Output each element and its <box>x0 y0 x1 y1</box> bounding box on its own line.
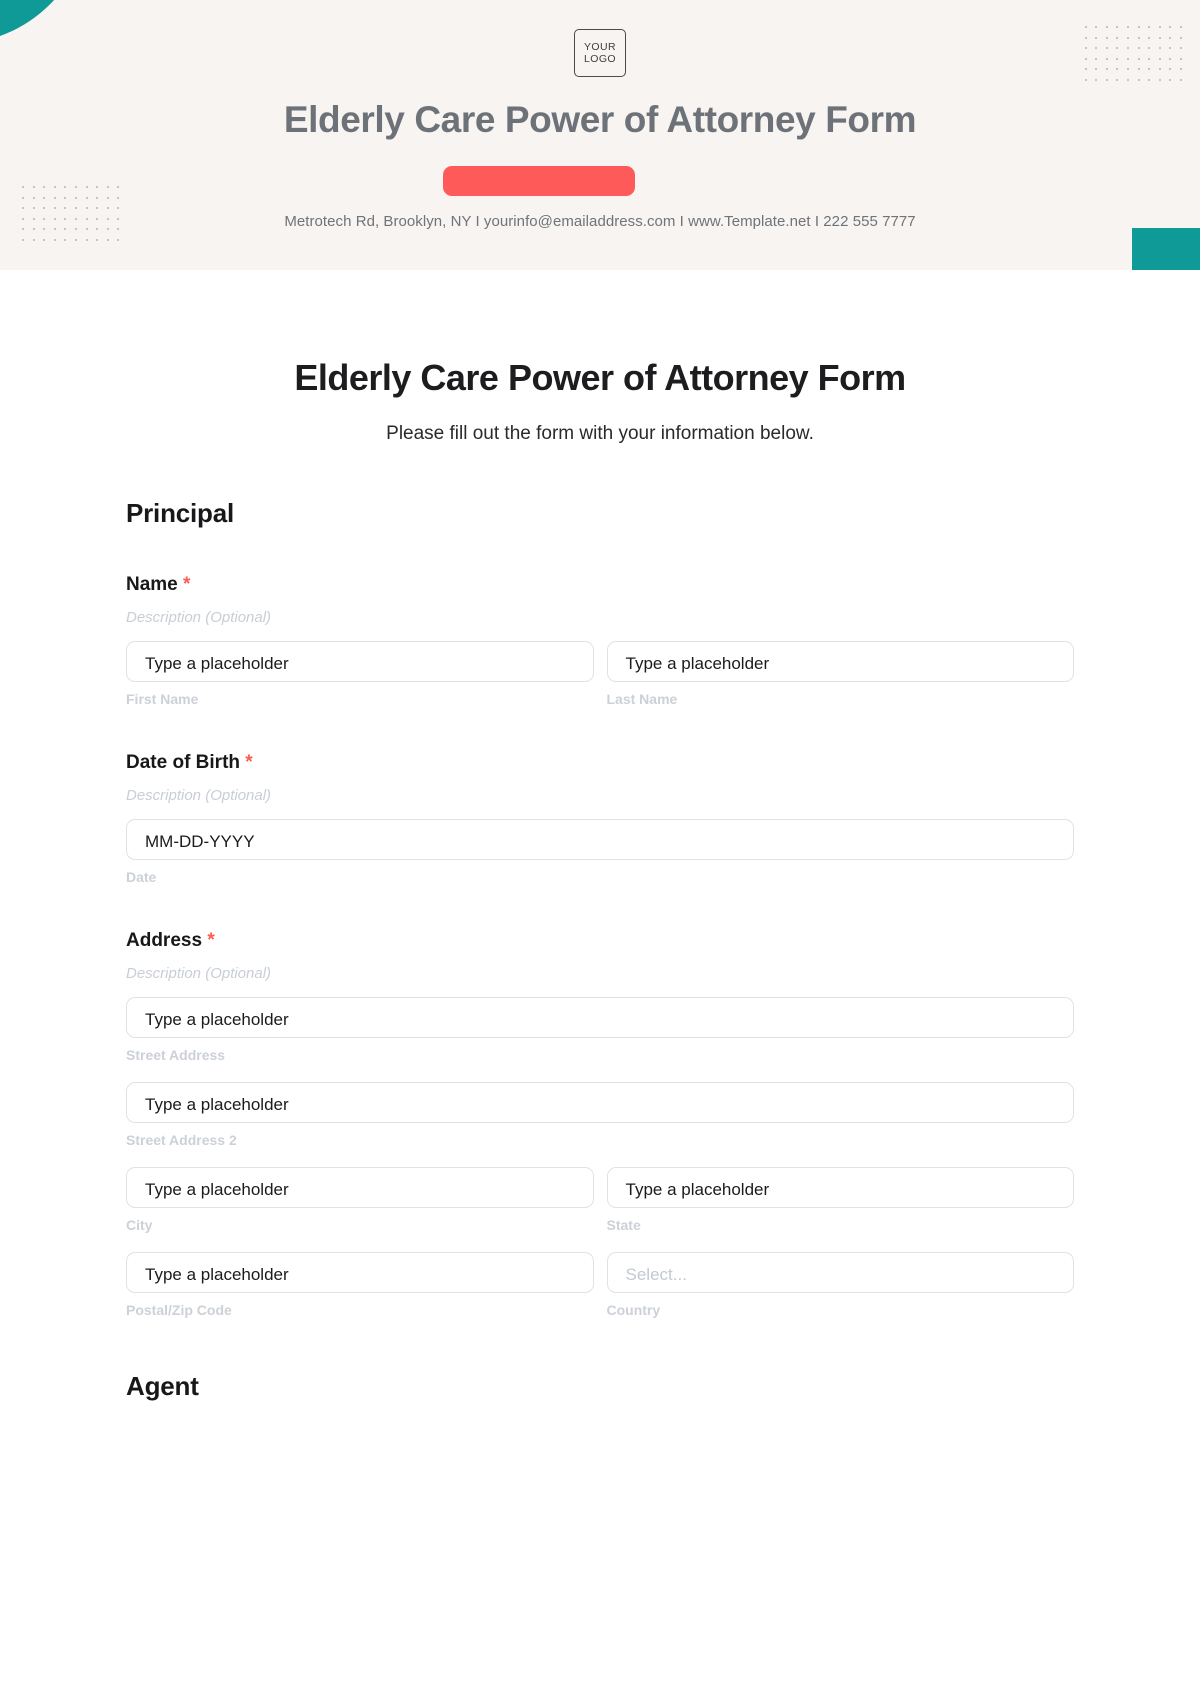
field-description-name: Description (Optional) <box>126 609 272 626</box>
field-label-name-text: Name <box>126 574 178 595</box>
postal-code-group: Type a placeholder Postal/Zip Code <box>126 1252 594 1318</box>
field-label-address-text: Address <box>126 930 203 951</box>
city-input[interactable]: Type a placeholder <box>126 1167 594 1208</box>
date-of-birth-sublabel: Date <box>126 869 157 885</box>
required-asterisk: * <box>207 930 215 951</box>
country-group: Select... Country <box>606 1252 1074 1318</box>
street-address-input[interactable]: Type a placeholder <box>126 997 1074 1038</box>
field-name: Name * Description (Optional) Type a pla… <box>126 574 1074 707</box>
state-placeholder: Type a placeholder <box>625 1180 770 1199</box>
required-asterisk: * <box>183 574 191 595</box>
field-address: Address * Description (Optional) Type a … <box>126 930 1074 1318</box>
field-description-address: Description (Optional) <box>126 965 272 982</box>
postal-code-input[interactable]: Type a placeholder <box>126 1252 594 1293</box>
first-name-sublabel: First Name <box>126 691 199 707</box>
street-address-2-group: Type a placeholder Street Address 2 <box>126 1082 1074 1148</box>
last-name-sublabel: Last Name <box>606 691 678 707</box>
country-sublabel: Country <box>606 1302 661 1318</box>
street-address-placeholder: Type a placeholder <box>145 1010 289 1029</box>
street-address-2-input[interactable]: Type a placeholder <box>126 1082 1074 1123</box>
field-label-address: Address * <box>126 930 1074 952</box>
state-input[interactable]: Type a placeholder <box>606 1167 1074 1208</box>
form-container: Principal Name * Description (Optional) … <box>0 498 1200 1402</box>
teal-right-edge-decoration <box>1132 228 1200 270</box>
dot-grid-top-right-decoration <box>1084 26 1182 81</box>
section-heading-agent: Agent <box>126 1371 199 1401</box>
street-address-sublabel: Street Address <box>126 1047 226 1063</box>
city-state-row: Type a placeholder City Type a placehold… <box>126 1167 1074 1233</box>
first-name-placeholder: Type a placeholder <box>145 654 289 673</box>
first-name-input[interactable]: Type a placeholder <box>126 641 594 682</box>
city-sublabel: City <box>126 1217 153 1233</box>
banner-title: Elderly Care Power of Attorney Form <box>283 99 917 140</box>
country-select-placeholder: Select... <box>625 1265 687 1284</box>
street-address-row: Type a placeholder Street Address <box>126 997 1074 1063</box>
logo-line-2: LOGO <box>584 53 616 65</box>
name-inputs-row: Type a placeholder First Name Type a pla… <box>126 641 1074 707</box>
last-name-placeholder: Type a placeholder <box>625 654 770 673</box>
form-sheet: Elderly Care Power of Attorney Form Plea… <box>0 357 1200 1402</box>
state-group: Type a placeholder State <box>606 1167 1074 1233</box>
country-select[interactable]: Select... <box>606 1252 1074 1293</box>
city-placeholder: Type a placeholder <box>145 1180 289 1199</box>
field-label-date-of-birth-text: Date of Birth <box>126 752 240 773</box>
date-of-birth-input[interactable]: MM-DD-YYYY <box>126 819 1074 860</box>
teal-corner-decoration <box>0 0 90 44</box>
required-asterisk: * <box>245 752 253 773</box>
field-label-date-of-birth: Date of Birth * <box>126 752 1074 774</box>
field-description-date-of-birth: Description (Optional) <box>126 787 272 804</box>
street-address-2-row: Type a placeholder Street Address 2 <box>126 1082 1074 1148</box>
postal-code-placeholder: Type a placeholder <box>145 1265 289 1284</box>
date-of-birth-group: MM-DD-YYYY Date <box>126 819 1074 885</box>
street-address-2-placeholder: Type a placeholder <box>145 1095 289 1114</box>
date-of-birth-placeholder: MM-DD-YYYY <box>145 832 255 851</box>
logo-line-1: YOUR <box>584 40 616 53</box>
street-address-2-sublabel: Street Address 2 <box>126 1132 237 1148</box>
page-subtitle: Please fill out the form with your infor… <box>386 423 814 444</box>
state-sublabel: State <box>606 1217 641 1233</box>
logo-placeholder: YOUR LOGO <box>574 29 626 77</box>
last-name-group: Type a placeholder Last Name <box>606 641 1074 707</box>
field-label-name: Name * <box>126 574 1074 596</box>
postal-country-row: Type a placeholder Postal/Zip Code Selec… <box>126 1252 1074 1318</box>
city-group: Type a placeholder City <box>126 1167 594 1233</box>
last-name-input[interactable]: Type a placeholder <box>606 641 1074 682</box>
first-name-group: Type a placeholder First Name <box>126 641 594 707</box>
field-date-of-birth: Date of Birth * Description (Optional) M… <box>126 752 1074 885</box>
postal-code-sublabel: Postal/Zip Code <box>126 1302 232 1318</box>
page-header-banner: YOUR LOGO Elderly Care Power of Attorney… <box>0 0 1200 270</box>
street-address-group: Type a placeholder Street Address <box>126 997 1074 1063</box>
date-of-birth-input-row: MM-DD-YYYY Date <box>126 819 1074 885</box>
banner-contact-line: Metrotech Rd, Brooklyn, NY I yourinfo@em… <box>284 213 916 230</box>
red-pill-decoration <box>443 166 635 196</box>
page-title: Elderly Care Power of Attorney Form <box>294 357 906 398</box>
section-heading-principal: Principal <box>126 498 235 528</box>
